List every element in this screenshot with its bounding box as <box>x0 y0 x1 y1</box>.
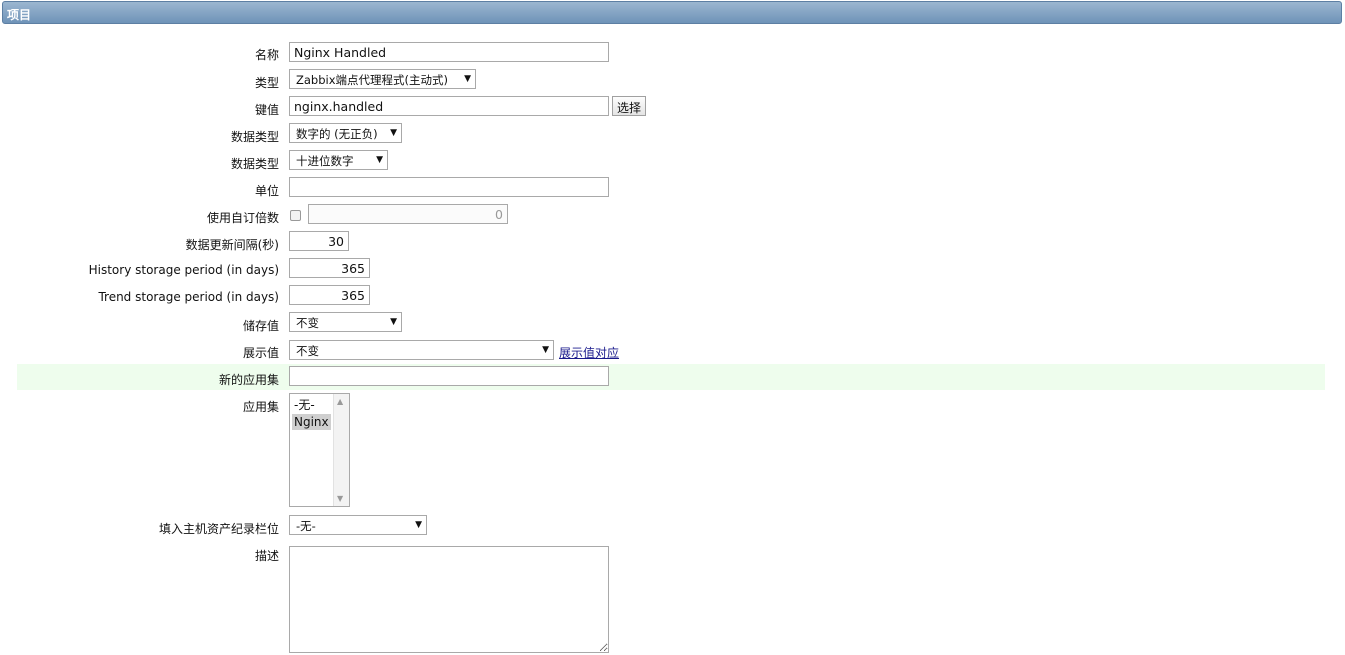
data-format-label: 数据类型 <box>230 157 279 171</box>
chevron-down-icon: ▼ <box>464 74 471 84</box>
applications-listbox[interactable]: -无- Nginx ▲ ▼ <box>289 393 350 507</box>
scroll-down-icon[interactable]: ▼ <box>337 494 343 503</box>
trends-input[interactable] <box>289 285 370 305</box>
applications-label: 应用集 <box>242 400 279 414</box>
chevron-down-icon: ▼ <box>376 155 383 165</box>
inventory-select-value: -无- <box>296 519 316 533</box>
multiplier-label: 使用自订倍数 <box>206 211 279 225</box>
applications-scrollbar[interactable]: ▲ ▼ <box>333 394 349 506</box>
store-value-select[interactable]: 不变 ▼ <box>289 312 402 332</box>
history-label: History storage period (in days) <box>88 263 279 277</box>
applications-option[interactable]: Nginx <box>292 414 331 430</box>
units-input[interactable] <box>289 177 609 197</box>
inventory-select[interactable]: -无- ▼ <box>289 515 427 535</box>
units-label: 单位 <box>254 184 279 198</box>
chevron-down-icon: ▼ <box>390 128 397 138</box>
value-type-select[interactable]: 数字的 (无正负) ▼ <box>289 123 402 143</box>
description-textarea[interactable] <box>289 546 609 653</box>
data-format-select-value: 十进位数字 <box>296 154 354 168</box>
value-mapping-link[interactable]: 展示值对应 <box>559 344 619 361</box>
interval-input[interactable] <box>289 231 349 251</box>
type-select-value: Zabbix端点代理程式(主动式) <box>296 73 448 87</box>
applications-option[interactable]: -无- <box>292 397 317 413</box>
new-application-highlight <box>17 364 1325 390</box>
new-application-input[interactable] <box>289 366 609 386</box>
new-application-label: 新的应用集 <box>218 373 279 387</box>
key-select-button[interactable]: 选择 <box>612 96 647 116</box>
key-label: 键值 <box>254 103 279 117</box>
type-select[interactable]: Zabbix端点代理程式(主动式) ▼ <box>289 69 476 89</box>
multiplier-checkbox[interactable] <box>290 210 301 221</box>
data-format-select[interactable]: 十进位数字 ▼ <box>289 150 388 170</box>
history-input[interactable] <box>289 258 370 278</box>
form-header: 项目 <box>2 1 1342 24</box>
show-value-select[interactable]: 不变 ▼ <box>289 340 554 360</box>
type-label: 类型 <box>254 76 279 90</box>
form-title: 项目 <box>7 8 32 22</box>
inventory-label: 填入主机资产纪录栏位 <box>158 522 279 536</box>
show-value-label: 展示值 <box>242 346 279 360</box>
store-value-select-value: 不变 <box>296 316 319 330</box>
show-value-select-value: 不变 <box>296 344 319 358</box>
store-value-label: 储存值 <box>242 319 279 333</box>
multiplier-input[interactable] <box>308 204 508 224</box>
scroll-up-icon[interactable]: ▲ <box>337 397 343 406</box>
name-label: 名称 <box>254 48 279 62</box>
trends-label: Trend storage period (in days) <box>98 290 279 304</box>
chevron-down-icon: ▼ <box>415 520 422 530</box>
chevron-down-icon: ▼ <box>542 345 549 355</box>
chevron-down-icon: ▼ <box>390 317 397 327</box>
value-type-select-value: 数字的 (无正负) <box>296 127 378 141</box>
interval-label: 数据更新间隔(秒) <box>185 238 279 252</box>
key-input[interactable] <box>289 96 609 116</box>
value-type-label: 数据类型 <box>230 130 279 144</box>
name-input[interactable] <box>289 42 609 62</box>
description-label: 描述 <box>254 549 279 563</box>
